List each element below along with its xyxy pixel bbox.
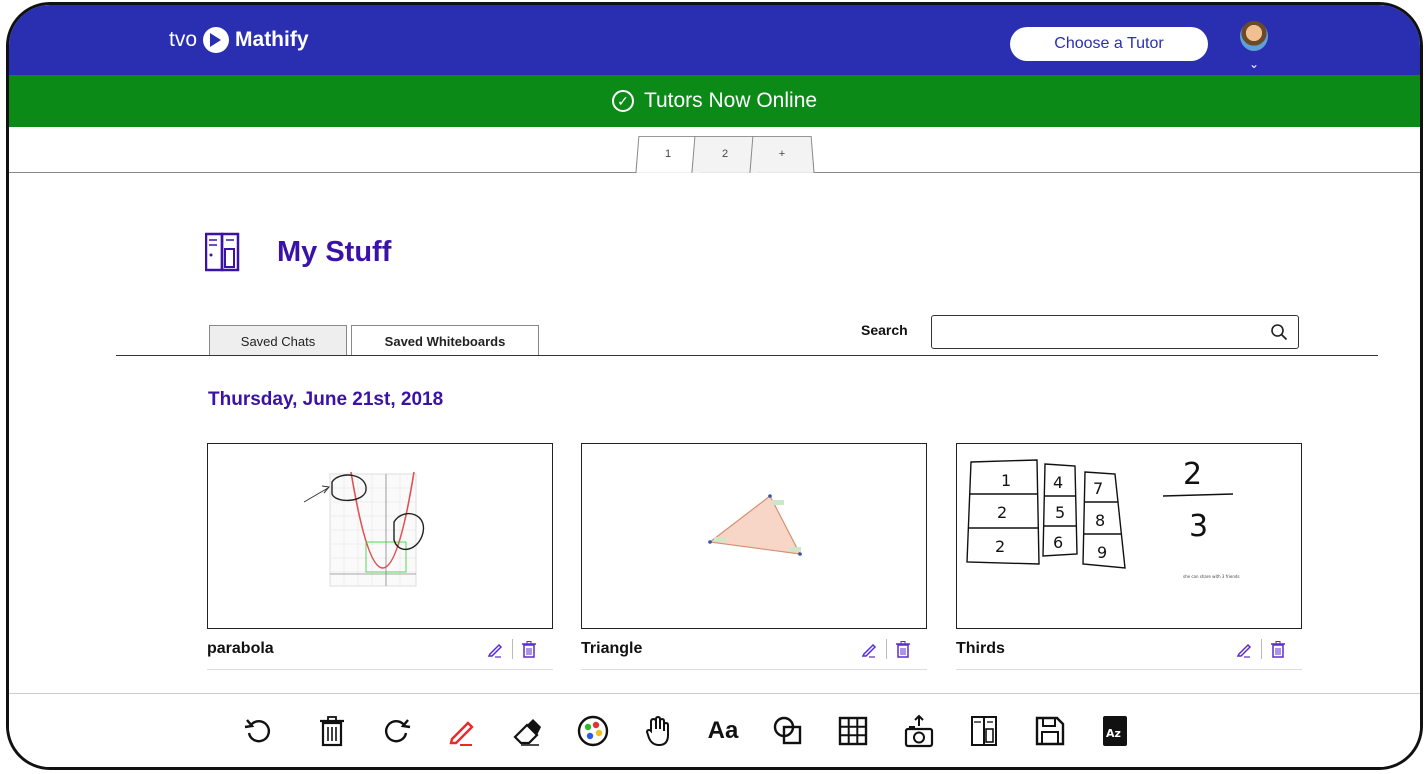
color-palette-icon[interactable] xyxy=(576,714,610,748)
search-label: Search xyxy=(861,322,908,338)
whiteboard-card-triangle: Triangle xyxy=(581,443,927,670)
choose-tutor-button[interactable]: Choose a Tutor xyxy=(1010,27,1208,61)
svg-text:2: 2 xyxy=(1183,457,1202,492)
logo-tvo-text: tvo xyxy=(169,28,198,51)
page-title: My Stuff xyxy=(277,235,392,268)
logo-arrow-icon xyxy=(203,27,230,53)
delete-trash-icon[interactable] xyxy=(1268,639,1288,659)
tabs-divider xyxy=(116,355,1378,356)
tutors-online-banner: ✓ Tutors Now Online xyxy=(9,75,1420,127)
pen-icon[interactable] xyxy=(445,714,479,748)
text-icon[interactable]: Aa xyxy=(706,714,740,748)
whiteboard-card-thirds: 1 2 2 4 5 6 7 8 9 2 3 she can share with 3 fri… xyxy=(956,443,1302,670)
tvo-mathify-logo[interactable]: tvo Mathify xyxy=(169,27,309,53)
triangle-thumbnail xyxy=(708,494,802,556)
edit-pencil-icon[interactable] xyxy=(1235,639,1255,659)
whiteboard-name[interactable]: parabola xyxy=(207,640,274,658)
whiteboard-name[interactable]: Triangle xyxy=(581,640,642,658)
svg-text:3: 3 xyxy=(1189,509,1208,544)
svg-text:2: 2 xyxy=(997,503,1007,522)
delete-trash-icon[interactable] xyxy=(519,639,539,659)
whiteboard-page-tabs: 1 2 + xyxy=(9,127,1420,173)
parabola-graph-thumbnail xyxy=(303,471,425,587)
whiteboard-name[interactable]: Thirds xyxy=(956,640,1005,658)
grid-icon[interactable] xyxy=(836,714,870,748)
redo-icon[interactable] xyxy=(380,714,414,748)
svg-text:8: 8 xyxy=(1095,511,1105,530)
page-tab-add[interactable]: + xyxy=(749,135,815,173)
card-actions xyxy=(1235,639,1288,659)
camera-icon[interactable] xyxy=(902,714,936,748)
svg-text:Az: Az xyxy=(1106,727,1121,740)
search-input[interactable] xyxy=(931,315,1299,349)
card-footer: Thirds xyxy=(956,629,1302,670)
tab-saved-chats[interactable]: Saved Chats xyxy=(209,325,347,356)
check-circle-icon: ✓ xyxy=(611,90,634,112)
svg-text:5: 5 xyxy=(1055,503,1065,522)
whiteboard-thumbnail[interactable] xyxy=(581,443,927,629)
card-actions xyxy=(486,639,539,659)
date-heading: Thursday, June 21st, 2018 xyxy=(208,389,444,410)
svg-text:9: 9 xyxy=(1097,543,1107,562)
save-icon[interactable] xyxy=(1033,714,1067,748)
svg-text:7: 7 xyxy=(1093,479,1103,498)
tab-saved-whiteboards[interactable]: Saved Whiteboards xyxy=(351,325,539,356)
page-tab-2[interactable]: 2 xyxy=(691,135,759,173)
svg-text:2: 2 xyxy=(995,537,1005,556)
my-stuff-icon xyxy=(205,232,240,272)
tutors-online-text: Tutors Now Online xyxy=(643,89,818,112)
user-avatar[interactable] xyxy=(1240,21,1268,51)
shapes-icon[interactable] xyxy=(771,714,805,748)
whiteboard-toolbar: Aa Az xyxy=(9,693,1420,767)
logo-mathify-text: Mathify xyxy=(235,28,309,51)
top-navigation-bar: tvo Mathify Choose a Tutor ⌄ xyxy=(9,5,1420,75)
svg-text:6: 6 xyxy=(1053,533,1063,552)
eraser-icon[interactable] xyxy=(510,714,544,748)
whiteboard-thumbnail[interactable]: 1 2 2 4 5 6 7 8 9 2 3 she can share with 3 fri… xyxy=(956,443,1302,629)
divider xyxy=(512,639,513,659)
whiteboard-card-parabola: parabola xyxy=(207,443,553,670)
delete-trash-icon[interactable] xyxy=(893,639,913,659)
trash-icon[interactable] xyxy=(315,714,349,748)
whiteboard-thumbnail[interactable] xyxy=(207,443,553,629)
thirds-handwriting-thumbnail: 1 2 2 4 5 6 7 8 9 2 3 she can share with 3 fri… xyxy=(966,457,1240,579)
dictionary-icon[interactable]: Az xyxy=(1098,714,1132,748)
undo-icon[interactable] xyxy=(241,714,275,748)
card-footer: Triangle xyxy=(581,629,927,670)
edit-pencil-icon[interactable] xyxy=(486,639,506,659)
my-stuff-icon[interactable] xyxy=(967,714,1001,748)
hand-icon[interactable] xyxy=(641,714,675,748)
app-window: tvo Mathify Choose a Tutor ⌄ ✓ Tutors No… xyxy=(6,2,1423,770)
card-actions xyxy=(860,639,913,659)
search-icon[interactable] xyxy=(1270,323,1288,341)
thirds-caption: she can share with 3 friends xyxy=(1183,574,1240,579)
edit-pencil-icon[interactable] xyxy=(860,639,880,659)
divider xyxy=(886,639,887,659)
page-header: My Stuff xyxy=(205,231,391,273)
divider xyxy=(1261,639,1262,659)
svg-text:1: 1 xyxy=(1001,471,1011,490)
chevron-down-icon[interactable]: ⌄ xyxy=(1249,57,1259,71)
card-footer: parabola xyxy=(207,629,553,670)
svg-text:4: 4 xyxy=(1053,473,1063,492)
